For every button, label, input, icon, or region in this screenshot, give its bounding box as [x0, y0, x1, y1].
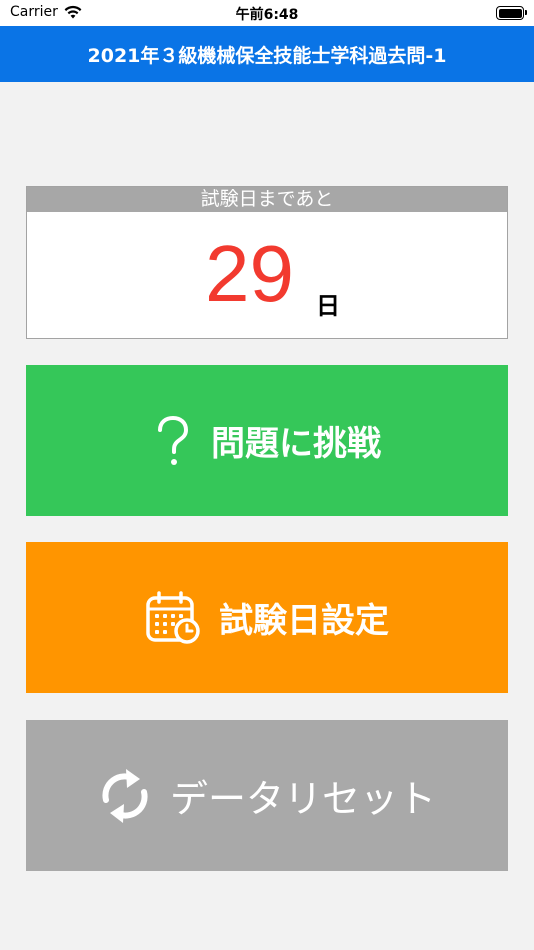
battery-level: [498, 8, 522, 18]
days-remaining: 29: [205, 229, 294, 318]
status-bar: Carrier 午前6:48: [0, 0, 534, 26]
calendar-clock-icon: [145, 590, 201, 645]
challenge-button-label: 問題に挑戦: [211, 424, 381, 464]
challenge-button[interactable]: 問題に挑戦: [26, 365, 508, 516]
status-time: 午前6:48: [235, 7, 299, 23]
countdown-body: 29 日: [27, 212, 507, 338]
battery-icon: [496, 6, 527, 20]
question-mark-icon: [153, 415, 193, 467]
nav-bar: 2021年３級機械保全技能士学科過去問-1: [0, 26, 534, 82]
countdown-header: 試験日まであと: [27, 187, 507, 212]
exam-date-button-label: 試験日設定: [219, 601, 389, 641]
data-reset-button[interactable]: データリセット: [26, 720, 508, 871]
refresh-icon: [98, 764, 152, 828]
exam-date-button[interactable]: 試験日設定: [26, 542, 508, 693]
data-reset-button-label: データリセット: [169, 777, 436, 821]
countdown-card: 試験日まであと 29 日: [26, 186, 508, 339]
days-unit: 日: [316, 292, 340, 320]
page-title: 2021年３級機械保全技能士学科過去問-1: [87, 44, 447, 67]
app-screen: Carrier 午前6:48 2021年３級機械保全技能士学科過去問-1 試験日…: [0, 0, 534, 950]
